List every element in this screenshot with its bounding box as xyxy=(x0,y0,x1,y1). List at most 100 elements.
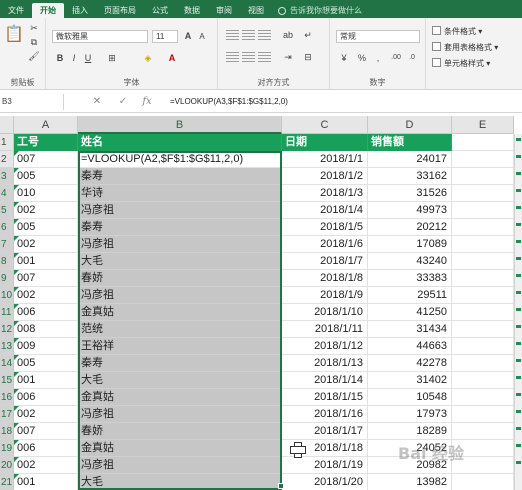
underline-icon[interactable]: U xyxy=(82,52,94,64)
row-header[interactable]: 8 xyxy=(0,253,14,270)
name-cell[interactable]: 秦寿 xyxy=(78,168,282,185)
name-cell[interactable]: 王裕祥 xyxy=(78,338,282,355)
fill-handle[interactable] xyxy=(278,483,284,489)
date-cell[interactable]: 2018/1/15 xyxy=(282,389,368,406)
name-cell[interactable]: 华诗 xyxy=(78,185,282,202)
name-cell[interactable]: 大毛 xyxy=(78,253,282,270)
id-cell[interactable]: 005 xyxy=(14,355,78,372)
empty-cell[interactable] xyxy=(452,406,514,423)
header-cell-id[interactable]: 工号 xyxy=(14,134,78,151)
sales-cell[interactable]: 17089 xyxy=(368,236,452,253)
column-header-c[interactable]: C xyxy=(282,116,368,134)
id-cell[interactable]: 008 xyxy=(14,321,78,338)
id-cell[interactable]: 007 xyxy=(14,151,78,168)
row-header[interactable]: 6 xyxy=(0,219,14,236)
indent-icon[interactable]: ⇥ xyxy=(282,51,294,63)
empty-cell[interactable] xyxy=(452,321,514,338)
tab-4[interactable]: 公式 xyxy=(144,3,176,18)
bold-icon[interactable]: B xyxy=(54,52,66,64)
date-cell[interactable]: 2018/1/9 xyxy=(282,287,368,304)
id-cell[interactable]: 001 xyxy=(14,372,78,389)
date-cell[interactable]: 2018/1/11 xyxy=(282,321,368,338)
empty-cell[interactable] xyxy=(452,338,514,355)
empty-cell[interactable] xyxy=(452,151,514,168)
name-cell[interactable]: 冯彦祖 xyxy=(78,457,282,474)
borders-icon[interactable]: ⊞ xyxy=(106,52,118,64)
date-cell[interactable]: 2018/1/20 xyxy=(282,474,368,490)
sales-cell[interactable]: 20212 xyxy=(368,219,452,236)
font-color-icon[interactable]: A xyxy=(166,52,178,64)
id-cell[interactable]: 005 xyxy=(14,168,78,185)
id-cell[interactable]: 002 xyxy=(14,457,78,474)
column-header-b[interactable]: B xyxy=(78,116,282,134)
row-header[interactable]: 1 xyxy=(0,134,14,151)
orientation-icon[interactable]: ab xyxy=(282,29,294,41)
increase-decimal-icon[interactable]: .00 xyxy=(390,52,402,64)
formula-input[interactable]: =VLOOKUP(A3,$F$1:$G$11,2,0) xyxy=(170,94,288,110)
row-header[interactable]: 3 xyxy=(0,168,14,185)
row-header[interactable]: 11 xyxy=(0,304,14,321)
date-cell[interactable]: 2018/1/17 xyxy=(282,423,368,440)
row-header[interactable]: 17 xyxy=(0,406,14,423)
tab-5[interactable]: 数据 xyxy=(176,3,208,18)
row-header[interactable]: 13 xyxy=(0,338,14,355)
date-cell[interactable]: 2018/1/10 xyxy=(282,304,368,321)
name-cell[interactable]: 春娇 xyxy=(78,423,282,440)
tab-2[interactable]: 插入 xyxy=(64,3,96,18)
date-cell[interactable]: 2018/1/13 xyxy=(282,355,368,372)
row-header[interactable]: 15 xyxy=(0,372,14,389)
sales-cell[interactable]: 31434 xyxy=(368,321,452,338)
empty-cell[interactable] xyxy=(452,304,514,321)
sales-cell[interactable]: 33383 xyxy=(368,270,452,287)
tab-6[interactable]: 审阅 xyxy=(208,3,240,18)
tab-7[interactable]: 视图 xyxy=(240,3,272,18)
name-cell[interactable]: 秦寿 xyxy=(78,355,282,372)
id-cell[interactable]: 002 xyxy=(14,202,78,219)
tab-3[interactable]: 页面布局 xyxy=(96,3,144,18)
column-header-d[interactable]: D xyxy=(368,116,452,134)
function-icon[interactable]: fx xyxy=(140,95,154,109)
name-cell[interactable]: 范统 xyxy=(78,321,282,338)
empty-cell[interactable] xyxy=(452,474,514,490)
date-cell[interactable]: 2018/1/14 xyxy=(282,372,368,389)
row-header[interactable]: 10 xyxy=(0,287,14,304)
format-painter-icon[interactable]: 🖌 xyxy=(28,50,40,62)
date-cell[interactable]: 2018/1/2 xyxy=(282,168,368,185)
tell-me-search[interactable]: 告诉我你想要做什么 xyxy=(278,3,362,18)
empty-cell[interactable] xyxy=(452,423,514,440)
cancel-icon[interactable]: ✕ xyxy=(90,95,104,109)
empty-cell[interactable] xyxy=(452,219,514,236)
tab-0[interactable]: 文件 xyxy=(0,3,32,18)
comma-style-icon[interactable]: , xyxy=(372,52,384,64)
sales-cell[interactable]: 24017 xyxy=(368,151,452,168)
merge-center-icon[interactable]: ⊟ xyxy=(302,51,314,63)
row-header[interactable]: 12 xyxy=(0,321,14,338)
row-header[interactable]: 16 xyxy=(0,389,14,406)
id-cell[interactable]: 002 xyxy=(14,287,78,304)
id-cell[interactable]: 007 xyxy=(14,423,78,440)
date-cell[interactable]: 2018/1/1 xyxy=(282,151,368,168)
sales-cell[interactable]: 29511 xyxy=(368,287,452,304)
copy-icon[interactable]: ⧉ xyxy=(28,36,40,48)
row-header[interactable]: 7 xyxy=(0,236,14,253)
sales-cell[interactable]: 10548 xyxy=(368,389,452,406)
name-cell[interactable]: 冯彦祖 xyxy=(78,287,282,304)
date-cell[interactable]: 2018/1/5 xyxy=(282,219,368,236)
grow-font-icon[interactable]: A xyxy=(182,30,194,42)
empty-cell[interactable] xyxy=(452,168,514,185)
date-cell[interactable]: 2018/1/3 xyxy=(282,185,368,202)
sales-cell[interactable]: 31526 xyxy=(368,185,452,202)
empty-cell[interactable] xyxy=(452,389,514,406)
row-header[interactable]: 18 xyxy=(0,423,14,440)
sales-cell[interactable]: 31402 xyxy=(368,372,452,389)
name-cell[interactable]: 春娇 xyxy=(78,270,282,287)
id-cell[interactable]: 007 xyxy=(14,270,78,287)
horizontal-align-buttons[interactable] xyxy=(226,52,271,62)
wrap-text-icon[interactable]: ↵ xyxy=(302,29,314,41)
empty-cell[interactable] xyxy=(452,372,514,389)
header-cell-sales[interactable]: 销售额 xyxy=(368,134,452,151)
header-cell-date[interactable]: 日期 xyxy=(282,134,368,151)
empty-cell[interactable] xyxy=(452,134,514,151)
date-cell[interactable]: 2018/1/12 xyxy=(282,338,368,355)
name-cell[interactable]: 金真姑 xyxy=(78,440,282,457)
